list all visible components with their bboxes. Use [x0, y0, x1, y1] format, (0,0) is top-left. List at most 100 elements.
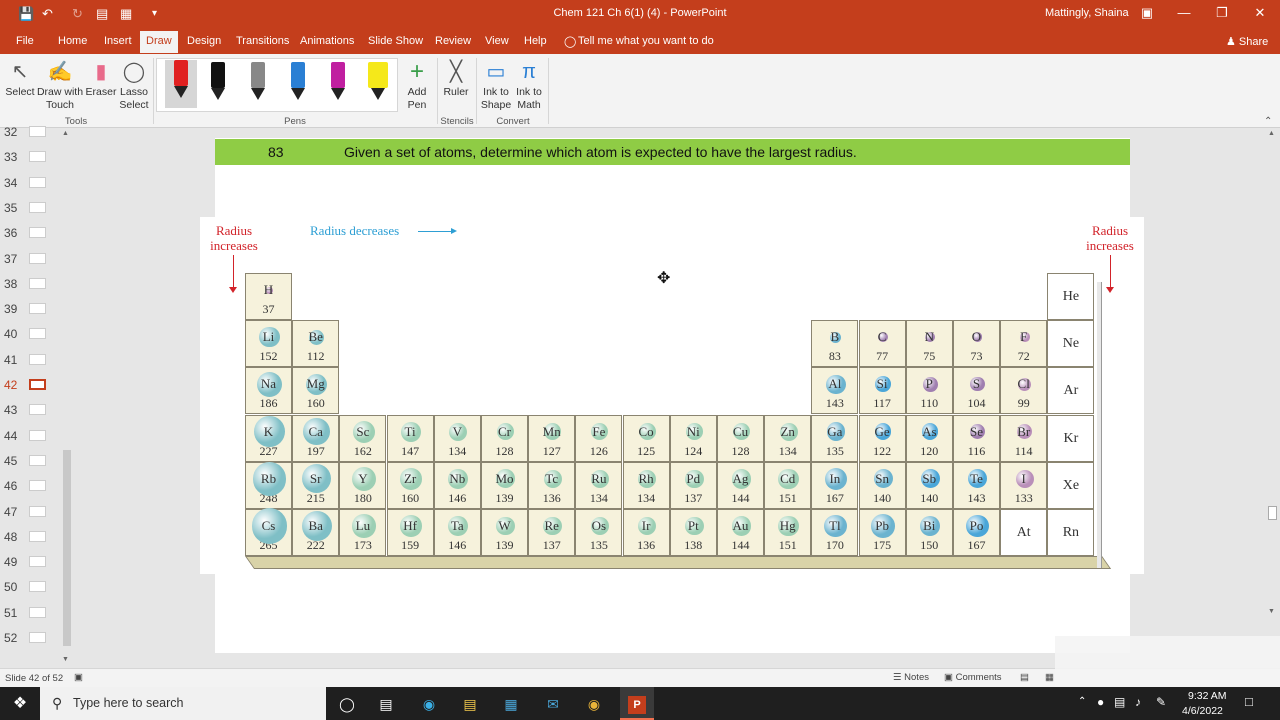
select-button[interactable]: ↖ Select: [4, 58, 36, 99]
ruler-button[interactable]: ╳ Ruler: [441, 58, 471, 99]
comments-button[interactable]: ▣ Comments: [944, 672, 1002, 683]
slide-thumbnail[interactable]: 33: [0, 148, 60, 168]
highlighter-yellow[interactable]: [367, 62, 389, 102]
element-cell-Nb: Nb 146: [433, 461, 481, 509]
slide-thumbnail[interactable]: 36: [0, 224, 60, 244]
pen-red[interactable]: [165, 60, 197, 108]
atomic-radius: 151: [778, 538, 797, 552]
slide-thumbnail[interactable]: 34: [0, 174, 60, 194]
slide-thumbnail[interactable]: 43: [0, 401, 60, 421]
tab-insert[interactable]: Insert: [104, 35, 132, 47]
slide-thumbnail[interactable]: 45: [0, 452, 60, 472]
scroll-up-icon[interactable]: ▲: [62, 130, 69, 137]
element-cell-Sn: Sn 140: [858, 461, 906, 509]
edge-icon[interactable]: ◉: [417, 692, 441, 716]
windows-start-icon[interactable]: ❖: [8, 692, 32, 716]
slide-thumbnail[interactable]: 52: [0, 629, 60, 649]
notifications-icon[interactable]: □: [1245, 694, 1253, 709]
add-pen-button[interactable]: + Add Pen: [402, 58, 432, 112]
slide-thumbnail[interactable]: 50: [0, 578, 60, 598]
cortana-icon[interactable]: ◯: [335, 692, 359, 716]
tab-draw[interactable]: Draw: [140, 31, 178, 53]
element-cell-Ni: Ni 124: [669, 414, 717, 462]
tab-design[interactable]: Design: [187, 35, 221, 47]
atomic-radius: 110: [920, 396, 939, 411]
slide-thumbnail[interactable]: 39: [0, 300, 60, 320]
pen-blue[interactable]: [287, 62, 309, 102]
pen-magenta[interactable]: [327, 62, 349, 102]
user-name[interactable]: Mattingly, Shaina: [1045, 7, 1129, 19]
slide-thumbnail[interactable]: 37: [0, 250, 60, 270]
element-symbol: At: [1016, 525, 1031, 540]
taskbar-search[interactable]: ⚲ Type here to search: [40, 687, 326, 720]
tab-review[interactable]: Review: [435, 35, 471, 47]
canvas-scrollbar[interactable]: ▲ ▼: [1266, 128, 1278, 668]
ink-to-math-button[interactable]: π Ink to Math: [514, 58, 544, 112]
file-explorer-icon[interactable]: ▤: [458, 692, 482, 716]
slide-thumbnail[interactable]: 42: [0, 376, 60, 396]
clock-date[interactable]: 4/6/2022: [1182, 705, 1223, 717]
notes-button[interactable]: ☰ Notes: [893, 672, 929, 683]
pen-workspace-icon[interactable]: ✎: [1156, 695, 1166, 709]
microphone-icon[interactable]: ●: [1097, 695, 1104, 709]
canvas-scroll-thumb[interactable]: [1268, 506, 1277, 520]
close-icon[interactable]: ✕: [1248, 5, 1272, 21]
slide-thumbnail[interactable]: 40: [0, 325, 60, 345]
tab-animations[interactable]: Animations: [300, 35, 354, 47]
spellcheck-icon[interactable]: ▣: [74, 672, 83, 683]
slide-thumbnail[interactable]: 41: [0, 351, 60, 371]
tab-help[interactable]: Help: [524, 35, 547, 47]
canvas-scroll-up-icon[interactable]: ▲: [1268, 130, 1275, 137]
network-icon[interactable]: ▤: [1114, 695, 1125, 709]
slide-thumbnail[interactable]: 35: [0, 199, 60, 219]
tab-slide-show[interactable]: Slide Show: [368, 35, 423, 47]
eraser-button[interactable]: ▮ Eraser: [85, 58, 117, 99]
ink-to-shape-button[interactable]: ▭ Ink to Shape: [480, 58, 512, 112]
maximize-icon[interactable]: ❐: [1210, 5, 1234, 21]
slide-thumbnail[interactable]: 44: [0, 427, 60, 447]
element-symbol: I: [1021, 470, 1026, 486]
atomic-radius: 197: [306, 443, 325, 458]
slide-thumbnail[interactable]: 46: [0, 477, 60, 497]
element-cell-Mo: Mo 139: [481, 461, 528, 509]
mail-icon[interactable]: ✉: [541, 692, 565, 716]
draw-with-touch-button[interactable]: ✍ Draw with Touch: [36, 58, 84, 112]
element-symbol: Na: [260, 376, 277, 392]
tab-home[interactable]: Home: [58, 35, 87, 47]
canvas-scroll-down-icon[interactable]: ▼: [1268, 608, 1275, 615]
lasso-select-button[interactable]: ◯ Lasso Select: [118, 58, 150, 112]
tell-me-search[interactable]: Tell me what you want to do: [578, 35, 714, 47]
slide-thumbnail[interactable]: 38: [0, 275, 60, 295]
minimize-icon[interactable]: —: [1172, 5, 1196, 20]
tab-transitions[interactable]: Transitions: [236, 35, 289, 47]
element-symbol: Ga: [827, 423, 843, 439]
pen-black[interactable]: [207, 62, 229, 102]
chevron-up-icon[interactable]: ⌃: [1078, 696, 1086, 707]
convert-group-label: Convert: [496, 116, 530, 127]
tab-file[interactable]: File: [16, 35, 34, 47]
element-cell-At: At: [1000, 509, 1048, 556]
slide-thumbnail[interactable]: 48: [0, 528, 60, 548]
powerpoint-taskbar-icon[interactable]: P: [620, 687, 654, 720]
store-icon[interactable]: ▦: [499, 692, 523, 716]
atomic-radius: 124: [684, 443, 703, 458]
slide-thumbnail[interactable]: 32: [0, 123, 60, 143]
slide-thumbnail[interactable]: 47: [0, 503, 60, 523]
thumbnail-scrollbar[interactable]: ▲ ▼: [62, 130, 72, 666]
pen-gray[interactable]: [247, 62, 269, 102]
scroll-thumb[interactable]: [63, 450, 71, 646]
slide-thumbnail[interactable]: 51: [0, 604, 60, 624]
slide-thumbnail[interactable]: 49: [0, 553, 60, 573]
normal-view-icon[interactable]: ▤: [1020, 672, 1029, 683]
chrome-icon[interactable]: ◉: [582, 692, 606, 716]
tab-view[interactable]: View: [485, 35, 509, 47]
slide-sorter-icon[interactable]: ▦: [1045, 672, 1054, 683]
task-view-icon[interactable]: ▤: [374, 692, 398, 716]
scroll-down-icon[interactable]: ▼: [62, 656, 69, 663]
clock-time[interactable]: 9:32 AM: [1188, 690, 1227, 702]
ribbon-display-icon[interactable]: ▣: [1135, 5, 1159, 21]
share-button[interactable]: ♟ Share: [1226, 35, 1268, 48]
collapse-ribbon-icon[interactable]: ⌃: [1264, 116, 1272, 127]
volume-icon[interactable]: ♪: [1135, 695, 1141, 709]
atomic-radius: 125: [637, 443, 656, 458]
